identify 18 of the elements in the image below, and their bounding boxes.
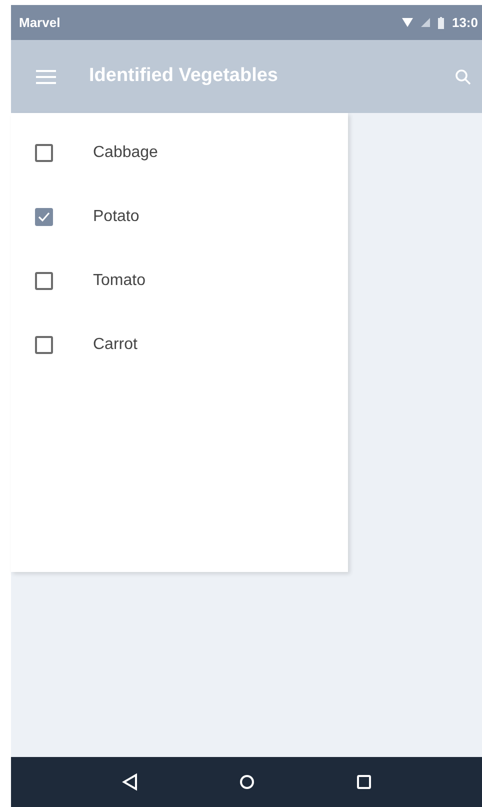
item-label: Carrot (93, 335, 138, 355)
app-title: Identified Vegetables (89, 64, 278, 88)
checkbox[interactable] (35, 208, 53, 226)
item-label: Tomato (93, 271, 146, 291)
item-label: Cabbage (93, 143, 158, 163)
wifi-icon (402, 18, 413, 27)
home-button[interactable] (238, 774, 254, 790)
item-label: Potato (93, 207, 140, 227)
checkbox[interactable] (35, 144, 53, 162)
carrier-name: Marvel (19, 14, 60, 32)
checkbox[interactable] (35, 336, 53, 354)
clock-time: 13:0 (452, 14, 478, 32)
signal-icon (420, 18, 430, 27)
checkbox[interactable] (35, 272, 53, 290)
checkmark-icon (38, 212, 50, 222)
back-button[interactable] (122, 773, 138, 791)
recent-apps-button[interactable] (356, 774, 372, 790)
battery-icon (438, 16, 444, 28)
